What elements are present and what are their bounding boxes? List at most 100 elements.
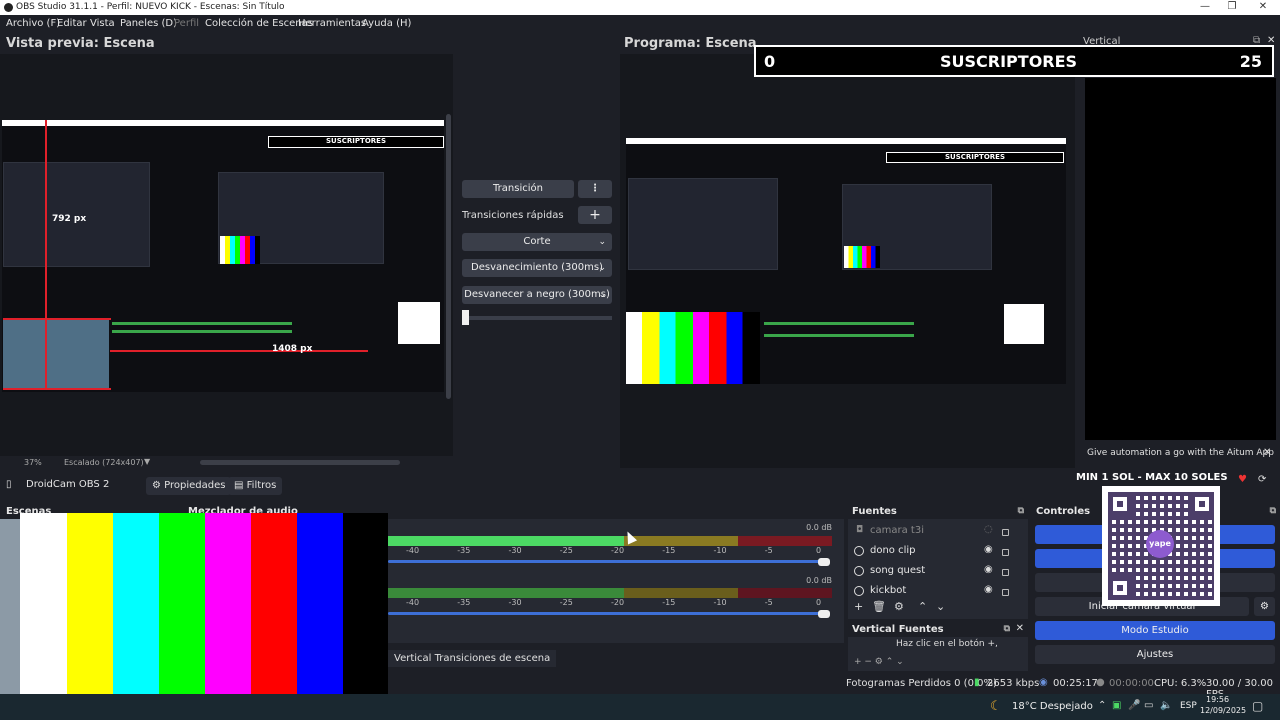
preview-camera-source[interactable] (3, 318, 109, 390)
tray-app-icon[interactable]: ▣ (1112, 700, 1121, 711)
source-item[interactable]: song quest ◉ (848, 562, 1028, 580)
transition-fade-label: Desvanecimiento (300ms) (471, 262, 603, 273)
eye-hidden-icon[interactable]: ◌ (984, 524, 993, 535)
filter-icon: ▤ (234, 480, 244, 491)
add-transition-icon[interactable]: + (578, 206, 612, 224)
window-titlebar: OBS Studio 31.1.1 - Perfil: NUEVO KICK -… (0, 0, 1280, 15)
eye-icon[interactable]: ◉ (984, 584, 993, 595)
properties-button[interactable]: ⚙ Propiedades (146, 477, 232, 495)
stream-time: 00:25:17 (1053, 678, 1098, 689)
volume-slider-2[interactable] (388, 612, 824, 615)
menu-coleccion-escenas[interactable]: Colección de Escenas (205, 18, 313, 29)
program-mini-meter-2 (764, 334, 914, 337)
color-bar-white (20, 513, 67, 720)
close-button[interactable]: ✕ (1256, 1, 1270, 13)
transition-button[interactable]: Transición (462, 180, 574, 198)
dock-float-icon[interactable]: ⧉ (1018, 506, 1024, 516)
trash-icon[interactable]: 🗑 (872, 600, 886, 613)
vertical-sources-header: Vertical Fuentes ⧉ ✕ (846, 621, 1028, 637)
menu-perfil[interactable]: Perfil (174, 18, 199, 29)
settings-button[interactable]: Ajustes (1035, 645, 1275, 664)
volume-icon[interactable]: 🔈 (1160, 700, 1172, 711)
menu-ayuda[interactable]: Ayuda (H) (362, 18, 411, 29)
tray-chevron-icon[interactable]: ⌃ (1098, 700, 1106, 711)
mixer-tick-label: -25 (559, 598, 573, 607)
menu-paneles[interactable]: Paneles (D) (120, 18, 177, 29)
qr-corner (1108, 492, 1132, 516)
volume-knob-2[interactable] (818, 610, 830, 618)
lock-icon[interactable] (1002, 529, 1009, 536)
stream-icon: ◉ (1039, 677, 1048, 688)
transition-menu-icon[interactable]: ⋮ (578, 180, 612, 198)
sources-list: ◘ camara t3i ◌ dono clip ◉ song quest ◉ … (848, 519, 1028, 619)
zoom-level[interactable]: 37% (24, 458, 42, 467)
mixer-tick-label: 0 (816, 546, 822, 555)
preview-selection-bottom (3, 388, 111, 390)
preview-canvas[interactable]: SUSCRIPTORES 792 px 1408 px (0, 54, 453, 456)
vertical-sources-toolbar-icons[interactable]: + − ⚙ ⌃ ⌄ (854, 657, 904, 667)
scale-chevron-icon[interactable]: ▼ (144, 457, 150, 466)
weather-icon: ☾ (990, 699, 1002, 714)
record-icon: ● (1096, 677, 1105, 688)
minimize-button[interactable]: — (1198, 1, 1212, 13)
menu-archivo[interactable]: Archivo (F) (6, 18, 60, 29)
notice-close-icon[interactable]: ✕ (1263, 447, 1271, 458)
add-source-icon[interactable]: + (854, 600, 863, 613)
eye-icon[interactable]: ◉ (984, 564, 993, 575)
menu-editar[interactable]: Editar (57, 18, 87, 29)
qr-corner (1108, 576, 1132, 600)
microphone-icon[interactable]: 🎤 (1128, 700, 1140, 711)
program-nested-preview (628, 178, 778, 270)
clock-date[interactable]: 12/09/2025 (1200, 706, 1246, 715)
source-item[interactable]: ◘ camara t3i ◌ (848, 522, 1028, 540)
transition-fade-black-dropdown[interactable]: Desvanecer a negro (300ms) ⌄ (462, 286, 612, 304)
weather-text[interactable]: 18°C Despejado (1012, 701, 1093, 712)
arrow-up-icon[interactable]: ⌃ (918, 600, 927, 613)
refresh-icon[interactable]: ⟳ (1258, 474, 1266, 485)
subscriber-banner: 0 SUSCRIPTORES 25 (754, 45, 1274, 77)
maximize-button[interactable]: ❐ (1225, 1, 1239, 13)
audio-mixer: 0.0 dB -40 -35 -30 -25 -20 -15 -10 -5 0 0.0 dB -… (388, 519, 844, 643)
transition-corte-dropdown[interactable]: Corte ⌄ (462, 233, 612, 251)
filters-button[interactable]: ▤ Filtros (228, 477, 283, 495)
studio-mode-button[interactable]: Modo Estudio (1035, 621, 1275, 640)
color-bar-cyan (113, 513, 159, 720)
volume-knob-1[interactable] (818, 558, 830, 566)
scale-label[interactable]: Escalado (724x407) (64, 458, 144, 467)
preview-nested-banner: SUSCRIPTORES (268, 136, 444, 148)
tbar-track[interactable] (462, 316, 612, 320)
lock-icon[interactable] (1002, 569, 1009, 576)
virtual-camera-gear-icon[interactable]: ⚙ (1254, 597, 1275, 616)
aitum-notice: Give automation a go with the Aitum App … (1085, 446, 1276, 462)
properties-label: Propiedades (164, 480, 226, 491)
menu-herramientas[interactable]: Herramientas (298, 18, 366, 29)
arrow-down-icon[interactable]: ⌄ (936, 600, 945, 613)
lock-icon[interactable] (1002, 549, 1009, 556)
qr-pattern: yape (1108, 492, 1214, 600)
network-icon[interactable]: ▭ (1144, 700, 1153, 711)
dock-float-icon[interactable]: ⧉ (1004, 624, 1010, 634)
dock-close-icon[interactable]: ✕ (1016, 623, 1024, 634)
mixer-tick-label: -10 (713, 598, 727, 607)
source-item[interactable]: dono clip ◉ (848, 542, 1028, 560)
notifications-icon[interactable]: ▢ (1252, 699, 1263, 713)
mixer-tick-label: -30 (508, 598, 522, 607)
preview-nested-colorbars (220, 236, 260, 264)
volume-slider-1[interactable] (388, 560, 824, 563)
lock-icon[interactable] (1002, 589, 1009, 596)
preview-hscrollbar[interactable] (200, 460, 400, 465)
source-file-icon: ▯ (6, 479, 12, 490)
source-item[interactable]: kickbot ◉ (848, 582, 1028, 598)
language-indicator[interactable]: ESP (1180, 701, 1197, 711)
transition-fade-dropdown[interactable]: Desvanecimiento (300ms) ⌄ (462, 259, 612, 277)
vertical-transitions-tab[interactable]: Vertical Transiciones de escena (388, 650, 557, 667)
preview-scrollbar[interactable] (446, 114, 451, 399)
gear-icon[interactable]: ⚙ (894, 600, 904, 613)
tbar-handle[interactable] (462, 310, 469, 325)
eye-icon[interactable]: ◉ (984, 544, 993, 555)
dock-float-icon[interactable]: ⧉ (1270, 506, 1276, 516)
menu-vista[interactable]: Vista (90, 18, 115, 29)
preview-zoom-bar: 37% Escalado (724x407) ▼ (0, 456, 453, 470)
mixer-tick-label: -15 (662, 546, 676, 555)
clock-time[interactable]: 19:56 (1206, 695, 1229, 704)
